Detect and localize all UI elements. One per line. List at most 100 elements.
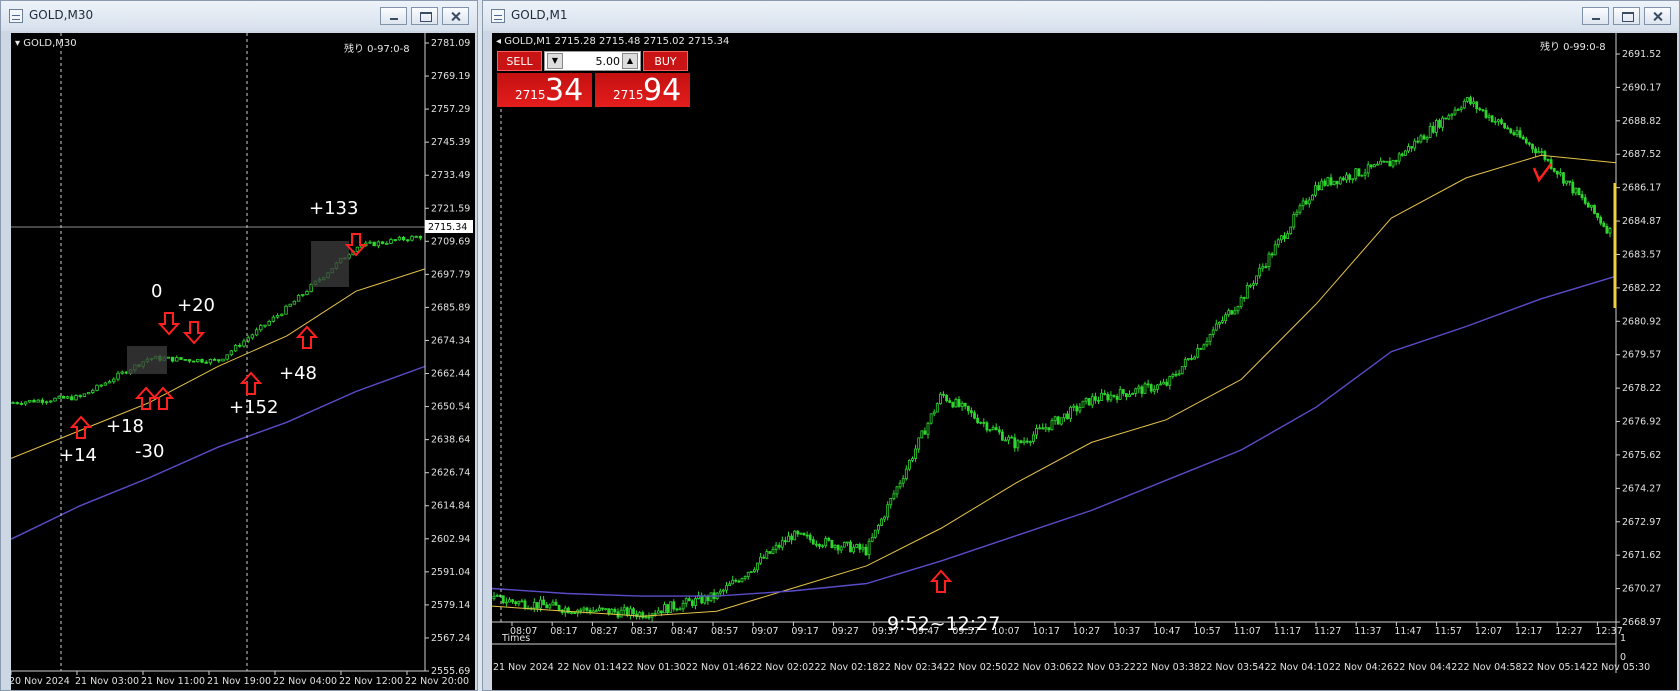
- candle-body: [672, 601, 676, 610]
- subwindow-tick-label: 0: [1620, 652, 1626, 663]
- buy-price[interactable]: 2715 94: [595, 73, 690, 108]
- candle-body: [1497, 119, 1500, 122]
- candle-body: [1208, 333, 1212, 342]
- sell-price[interactable]: 2715 34: [497, 73, 592, 108]
- candle-body: [1456, 109, 1460, 111]
- time-tick-label-date: 22 Nov 05:30: [1586, 662, 1650, 673]
- candle-body: [288, 303, 292, 307]
- lot-size-input[interactable]: ▼ 5.00 ▲: [544, 51, 641, 71]
- price-tick-label: 2591.04: [431, 567, 470, 578]
- candle-body: [1258, 267, 1262, 277]
- minimize-button[interactable]: [1582, 7, 1609, 25]
- session-label: 9:52~12:27: [887, 613, 1000, 635]
- candle-body: [911, 458, 914, 461]
- time-tick-label: 12:17: [1515, 626, 1542, 637]
- candle-body: [1354, 168, 1358, 180]
- candle-body: [1469, 97, 1472, 104]
- candle-body: [1022, 440, 1026, 444]
- buy-arrow-icon: [929, 569, 953, 593]
- candle-body: [1500, 119, 1503, 124]
- candle-body: [539, 599, 542, 609]
- buy-button[interactable]: BUY: [643, 51, 688, 71]
- dropdown-triangle-icon[interactable]: ◂: [496, 36, 501, 47]
- candle-body: [883, 516, 887, 520]
- minimize-button[interactable]: [380, 7, 407, 25]
- chart-window-m30[interactable]: GOLD,M30 2781.09 2769.19 2757.29 2745.39 273…: [0, 0, 478, 691]
- candle-body: [864, 546, 868, 556]
- candle-body: [1332, 180, 1336, 185]
- chart-area[interactable]: 2691.52 2690.17 2688.82 2687.52 2686.17 2684.…: [492, 33, 1677, 690]
- m1-chart-svg: 2691.52 2690.17 2688.82 2687.52 2686.17 2684.…: [492, 33, 1661, 673]
- candle-body: [1521, 136, 1525, 140]
- candle-body: [740, 577, 744, 583]
- candle-body: [1515, 130, 1519, 136]
- candle-body: [814, 543, 818, 546]
- candle-body: [737, 580, 741, 583]
- candle-body: [1534, 148, 1537, 154]
- candle-body: [1382, 160, 1386, 163]
- candle-body: [305, 291, 309, 295]
- candle-body: [861, 546, 865, 550]
- candle-body: [292, 300, 297, 305]
- candle-body: [787, 535, 790, 543]
- sell-price-major: 2715: [515, 88, 546, 102]
- candle-body: [1301, 200, 1305, 207]
- candle-body: [271, 316, 276, 322]
- candle-body: [112, 378, 116, 383]
- candle-body: [1044, 427, 1048, 430]
- candle-body: [811, 539, 815, 545]
- price-tick-label: 2650.54: [431, 402, 470, 413]
- time-axis: 20 Nov 2024 21 Nov 03:00 21 Nov 11:00 21 No…: [11, 671, 469, 687]
- candle-body: [827, 537, 831, 541]
- window-titlebar[interactable]: GOLD,M1: [483, 1, 1679, 31]
- candle-body: [1156, 384, 1159, 390]
- maximize-button[interactable]: [411, 7, 438, 25]
- time-tick-label: 10:47: [1153, 626, 1180, 637]
- lot-increase-icon[interactable]: ▲: [622, 53, 638, 69]
- time-tick-label: 09:17: [791, 626, 818, 637]
- candle-body: [663, 604, 666, 614]
- chart-window-m1[interactable]: GOLD,M1 2691.52 2690.17 2688.82 2687.52 2686…: [482, 0, 1680, 691]
- candle-body: [725, 585, 728, 591]
- candle-body: [783, 540, 787, 543]
- price-tick-label: 2697.79: [431, 269, 470, 280]
- candle-body: [1326, 177, 1330, 186]
- price-axis: 2781.09 2769.19 2757.29 2745.39 2733.49 2721.…: [11, 33, 470, 677]
- candle-body: [545, 604, 549, 609]
- candle-body: [1255, 275, 1258, 284]
- candle-body: [1428, 125, 1432, 138]
- symbol-label: ▾ GOLD,M30: [15, 38, 77, 49]
- candle-body: [1121, 389, 1125, 394]
- candle-body: [414, 235, 418, 238]
- candle-body: [1400, 153, 1404, 156]
- candle-body: [495, 595, 499, 597]
- chart-area[interactable]: 2781.09 2769.19 2757.29 2745.39 2733.49 2721.…: [11, 33, 475, 690]
- sell-button[interactable]: SELL: [497, 51, 542, 71]
- candle-body: [532, 602, 536, 609]
- dropdown-triangle-icon[interactable]: ▾: [15, 38, 20, 49]
- time-tick-label: 09:07: [751, 626, 778, 637]
- lot-decrease-icon[interactable]: ▼: [547, 53, 563, 69]
- candle-body: [1555, 170, 1559, 175]
- candle-body: [1115, 396, 1119, 400]
- window-titlebar[interactable]: GOLD,M30: [1, 1, 477, 31]
- candle-body: [1035, 427, 1038, 436]
- candle-body: [867, 540, 871, 556]
- candle-body: [70, 396, 74, 401]
- time-tick-label-date: 22 Nov 03:22: [1072, 662, 1136, 673]
- candle-body: [91, 389, 95, 393]
- candle-body: [675, 608, 679, 611]
- candle-body: [1568, 180, 1572, 183]
- candle-body: [536, 602, 539, 609]
- candle-body: [920, 430, 924, 439]
- candle-body: [284, 305, 288, 315]
- close-button[interactable]: [1644, 7, 1671, 25]
- candle-body: [501, 595, 505, 604]
- maximize-button[interactable]: [1613, 7, 1640, 25]
- candle-body: [385, 242, 389, 245]
- candle-body: [1010, 436, 1014, 439]
- candle-body: [1602, 222, 1606, 227]
- candle-body: [1100, 392, 1103, 402]
- close-button[interactable]: [442, 7, 469, 25]
- candle-body: [372, 241, 376, 247]
